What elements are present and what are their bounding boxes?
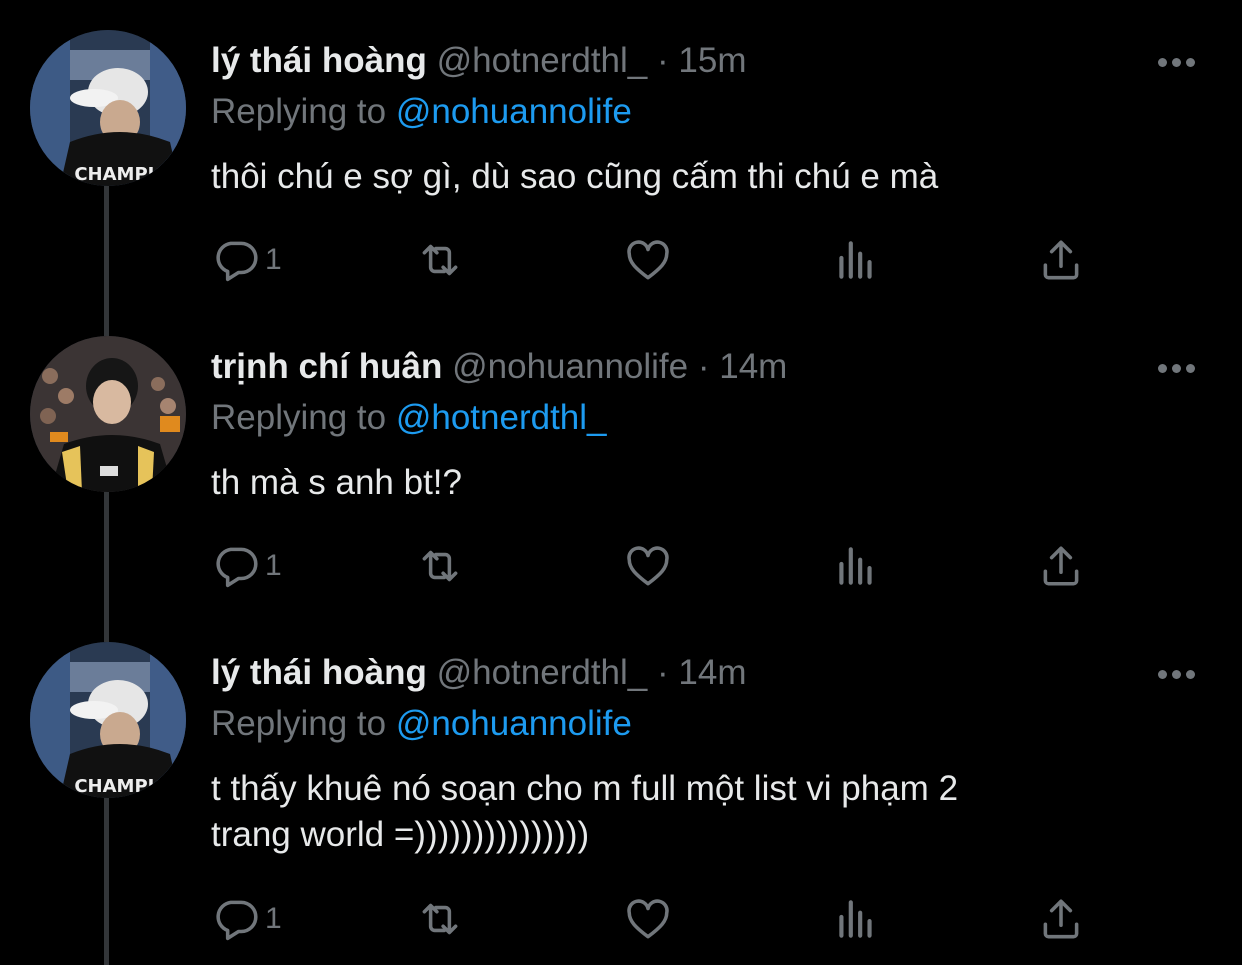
reply-button[interactable]: 1 xyxy=(211,541,282,591)
heart-icon xyxy=(627,899,669,939)
reply-button[interactable]: 1 xyxy=(211,235,282,285)
analytics-icon xyxy=(839,900,872,938)
views-button[interactable] xyxy=(831,541,881,591)
timestamp[interactable]: 15m xyxy=(678,41,746,80)
reply-count: 1 xyxy=(265,549,282,582)
replying-label: Replying to xyxy=(211,92,387,131)
like-button[interactable] xyxy=(623,235,673,285)
replying-to: Replying to @nohuannolife xyxy=(211,89,632,135)
mention-link[interactable]: @nohuannolife xyxy=(396,92,632,131)
retweet-icon xyxy=(422,244,458,276)
retweet-button[interactable] xyxy=(415,894,465,944)
tweet[interactable]: trịnh chí huân @nohuannolife · 14m Reply… xyxy=(0,336,1242,636)
tweet[interactable]: CHAMPIO lý thái hoàng @hotnerdthl_ · 15m… xyxy=(0,30,1242,330)
tweet-header: lý thái hoàng @hotnerdthl_ · 14m xyxy=(211,650,746,696)
separator-dot: · xyxy=(657,41,669,80)
user-handle[interactable]: @nohuannolife xyxy=(452,347,688,386)
share-icon xyxy=(1043,546,1079,586)
mention-link[interactable]: @nohuannolife xyxy=(396,704,632,743)
tweet[interactable]: CHAMPIO lý thái hoàng @hotnerdthl_ · 14m… xyxy=(0,642,1242,965)
replying-label: Replying to xyxy=(211,398,387,437)
reply-icon xyxy=(216,547,258,588)
like-button[interactable] xyxy=(623,541,673,591)
svg-text:CHAMPIO: CHAMPIO xyxy=(74,164,169,185)
heart-icon xyxy=(627,546,669,586)
retweet-button[interactable] xyxy=(415,541,465,591)
tweet-text-line: t thấy khuê nó soạn cho m full một list … xyxy=(211,769,959,808)
tweet-text-line: trang world =))))))))))))))) xyxy=(211,815,590,854)
timestamp[interactable]: 14m xyxy=(719,347,787,386)
retweet-icon xyxy=(422,903,458,935)
analytics-icon xyxy=(839,547,872,585)
separator-dot: · xyxy=(697,347,710,386)
reply-button[interactable]: 1 xyxy=(211,894,282,944)
tweet-text: t thấy khuê nó soạn cho m full một list … xyxy=(211,766,1171,858)
action-bar: 1 xyxy=(211,894,1091,944)
views-button[interactable] xyxy=(831,894,881,944)
action-bar: 1 xyxy=(211,235,1091,285)
tweet-text: th mà s anh bt!? xyxy=(211,460,1171,506)
share-icon xyxy=(1043,240,1079,280)
like-button[interactable] xyxy=(623,894,673,944)
replying-to: Replying to @nohuannolife xyxy=(211,701,632,747)
share-button[interactable] xyxy=(1036,235,1086,285)
more-dots-icon[interactable] xyxy=(1158,360,1202,376)
action-bar: 1 xyxy=(211,541,1091,591)
timestamp[interactable]: 14m xyxy=(678,653,746,692)
avatar[interactable]: CHAMPIO xyxy=(30,30,186,186)
share-icon xyxy=(1043,899,1079,939)
share-button[interactable] xyxy=(1036,541,1086,591)
retweet-icon xyxy=(422,550,458,582)
svg-text:CHAMPIO: CHAMPIO xyxy=(74,776,169,797)
more-dots-icon[interactable] xyxy=(1158,666,1202,682)
display-name[interactable]: lý thái hoàng xyxy=(211,41,427,80)
analytics-icon xyxy=(839,241,872,279)
retweet-button[interactable] xyxy=(415,235,465,285)
more-dots-icon[interactable] xyxy=(1158,54,1202,70)
share-button[interactable] xyxy=(1036,894,1086,944)
separator-dot: · xyxy=(657,653,669,692)
tweet-text-line: thôi chú e sợ gì, dù sao cũng cấm thi ch… xyxy=(211,157,939,196)
display-name[interactable]: lý thái hoàng xyxy=(211,653,427,692)
replying-label: Replying to xyxy=(211,704,387,743)
reply-count: 1 xyxy=(265,902,282,935)
tweet-header: trịnh chí huân @nohuannolife · 14m xyxy=(211,344,787,390)
reply-count: 1 xyxy=(265,243,282,276)
avatar-photo-cap: CHAMPIO xyxy=(30,30,186,186)
views-button[interactable] xyxy=(831,235,881,285)
conversation-thread: CHAMPIO lý thái hoàng @hotnerdthl_ · 15m… xyxy=(0,0,1242,965)
tweet-header: lý thái hoàng @hotnerdthl_ · 15m xyxy=(211,38,746,84)
avatar-photo-cap: CHAMPIO xyxy=(30,642,186,798)
user-handle[interactable]: @hotnerdthl_ xyxy=(437,653,648,692)
tweet-text: thôi chú e sợ gì, dù sao cũng cấm thi ch… xyxy=(211,154,1171,200)
mention-link[interactable]: @hotnerdthl_ xyxy=(396,398,607,437)
avatar[interactable]: CHAMPIO xyxy=(30,642,186,798)
tweet-text-line: th mà s anh bt!? xyxy=(211,463,462,502)
avatar-photo-jersey xyxy=(30,336,186,492)
replying-to: Replying to @hotnerdthl_ xyxy=(211,395,607,441)
reply-icon xyxy=(216,241,258,282)
display-name[interactable]: trịnh chí huân xyxy=(211,347,442,386)
reply-icon xyxy=(216,900,258,941)
user-handle[interactable]: @hotnerdthl_ xyxy=(437,41,648,80)
avatar[interactable] xyxy=(30,336,186,492)
heart-icon xyxy=(627,240,669,280)
